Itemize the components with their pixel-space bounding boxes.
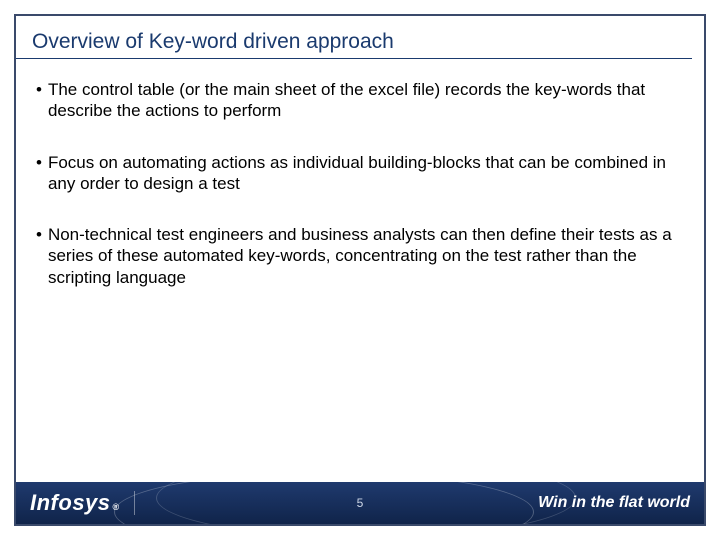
- slide-title: Overview of Key-word driven approach: [32, 30, 688, 54]
- brand-text: Infosys: [30, 490, 111, 516]
- list-item: • Non-technical test engineers and busin…: [36, 224, 672, 288]
- list-item: • Focus on automating actions as individ…: [36, 152, 672, 195]
- title-area: Overview of Key-word driven approach: [16, 16, 704, 65]
- divider: [134, 491, 135, 515]
- list-item: • The control table (or the main sheet o…: [36, 79, 672, 122]
- title-underline: [16, 58, 692, 59]
- body-area: • The control table (or the main sheet o…: [16, 65, 704, 328]
- decoration-arc: [156, 482, 576, 524]
- content-frame: Overview of Key-word driven approach • T…: [14, 14, 706, 526]
- brand-logo: Infosys ®: [16, 490, 120, 516]
- bullet-text: The control table (or the main sheet of …: [48, 79, 672, 122]
- decoration-arc: [114, 482, 534, 524]
- bullet-text: Focus on automating actions as individua…: [48, 152, 672, 195]
- footer-left: Infosys ®: [16, 482, 135, 524]
- footer-tagline: Win in the flat world: [538, 494, 690, 512]
- registered-mark-icon: ®: [113, 502, 120, 512]
- bullet-text: Non-technical test engineers and busines…: [48, 224, 672, 288]
- bullet-icon: •: [36, 224, 42, 288]
- slide: Overview of Key-word driven approach • T…: [0, 0, 720, 540]
- bullet-list: • The control table (or the main sheet o…: [36, 79, 672, 288]
- bullet-icon: •: [36, 152, 42, 195]
- footer-bar: Infosys ® 5 Win in the flat world: [16, 482, 704, 524]
- bullet-icon: •: [36, 79, 42, 122]
